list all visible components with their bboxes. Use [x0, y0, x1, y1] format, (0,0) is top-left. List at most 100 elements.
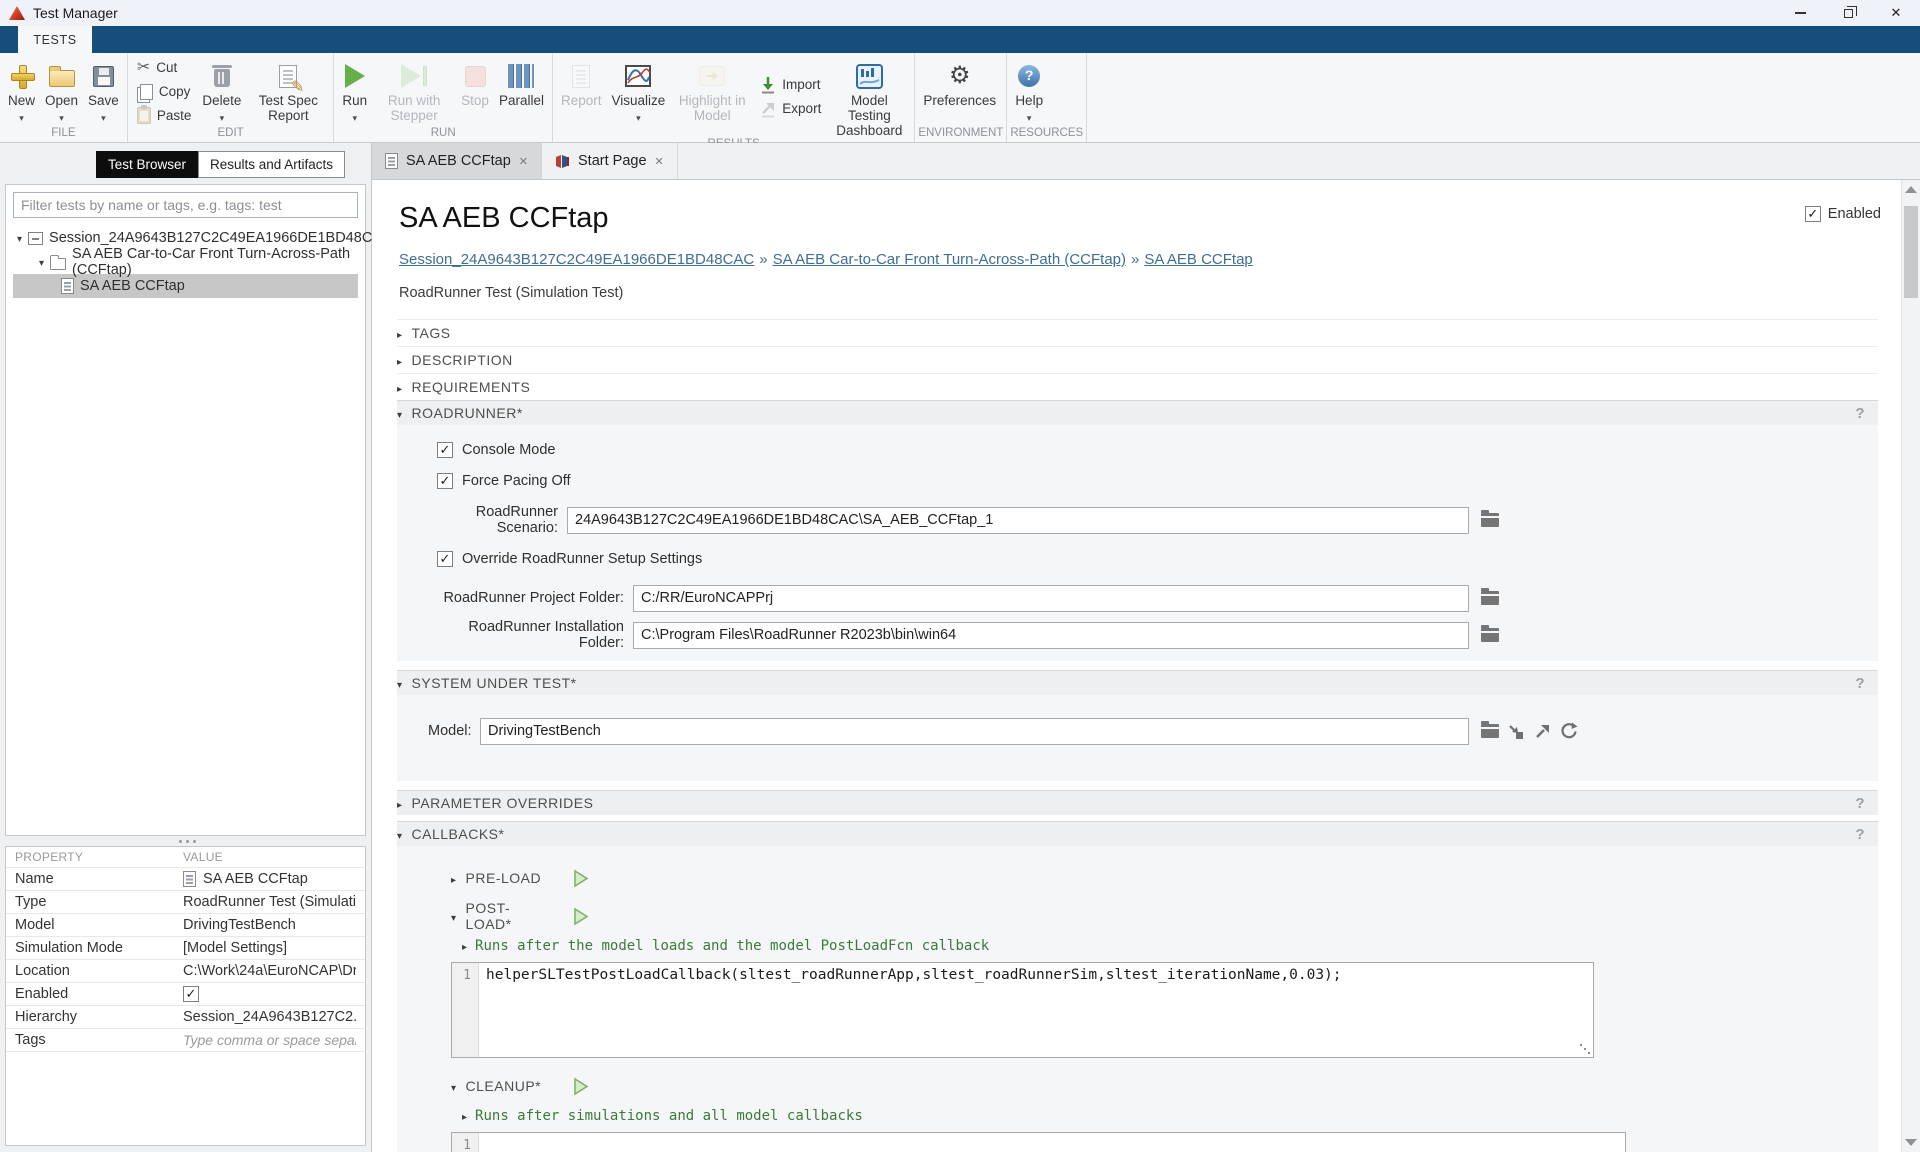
help-icon[interactable]: [1855, 675, 1865, 692]
page-title: SA AEB CCFtap: [399, 202, 1901, 235]
scrollbar-thumb[interactable]: [1904, 206, 1918, 298]
panel-splitter[interactable]: [5, 836, 366, 846]
group-label-file: FILE: [3, 127, 124, 142]
breadcrumb-separator: »: [759, 251, 767, 268]
scenario-input[interactable]: [567, 507, 1469, 534]
postload-code[interactable]: helperSLTestPostLoadCallback(sltest_road…: [479, 963, 1593, 1057]
browse-folder-icon[interactable]: [1481, 591, 1499, 605]
close-button[interactable]: [1872, 0, 1920, 26]
section-description[interactable]: DESCRIPTION: [397, 346, 1878, 373]
model-input[interactable]: [480, 718, 1469, 745]
postload-header[interactable]: POST-LOAD*: [451, 904, 1878, 928]
delete-button[interactable]: Delete: [197, 55, 246, 127]
chevron-expanded-icon[interactable]: [17, 230, 22, 246]
run-with-stepper-button[interactable]: Run with Stepper: [372, 55, 456, 127]
tab-results-and-artifacts[interactable]: Results and Artifacts: [198, 151, 345, 178]
cleanup-code[interactable]: testType = "SA AEB CCFtap"; helperSLTest…: [479, 1133, 1625, 1152]
save-button[interactable]: Save: [83, 55, 124, 127]
section-requirements[interactable]: REQUIREMENTS: [397, 373, 1878, 400]
console-mode-checkbox[interactable]: [437, 442, 453, 458]
enabled-checkbox[interactable]: [1805, 206, 1821, 222]
copy-button[interactable]: Copy: [137, 81, 192, 101]
cut-button[interactable]: Cut: [137, 57, 192, 77]
browse-folder-icon[interactable]: [1481, 513, 1499, 527]
browse-folder-icon[interactable]: [1481, 628, 1499, 642]
section-parameter-overrides-header[interactable]: PARAMETER OVERRIDES: [397, 790, 1878, 815]
section-roadrunner-header[interactable]: ROADRUNNER*: [397, 400, 1878, 425]
cleanup-code-editor[interactable]: 1 2 testType = "SA AEB CCFtap"; helperSL…: [451, 1132, 1626, 1152]
tree-item-suite[interactable]: SA AEB Car-to-Car Front Turn-Across-Path…: [13, 250, 358, 274]
section-system-under-test-header[interactable]: SYSTEM UNDER TEST*: [397, 670, 1878, 695]
open-button[interactable]: Open: [40, 55, 83, 127]
open-model-icon[interactable]: [1534, 723, 1551, 740]
run-postload-button[interactable]: [571, 907, 590, 926]
scroll-down-icon[interactable]: [1905, 1139, 1917, 1146]
highlight-in-model-button[interactable]: Highlight in Model: [670, 55, 754, 138]
visualize-button[interactable]: Visualize: [607, 55, 671, 138]
chevron-down-icon: [59, 109, 64, 124]
help-button[interactable]: Help: [1010, 55, 1048, 127]
minimize-button[interactable]: [1776, 0, 1824, 26]
doc-tab-start-page[interactable]: Start Page: [542, 143, 678, 179]
enabled-property-checkbox[interactable]: [183, 986, 199, 1002]
help-icon[interactable]: [1855, 795, 1865, 812]
session-icon: [28, 232, 43, 245]
stop-button[interactable]: Stop: [456, 55, 494, 127]
close-icon: [1891, 5, 1902, 21]
chevron-expanded-icon[interactable]: [39, 254, 44, 270]
section-callbacks-header[interactable]: CALLBACKS*: [397, 821, 1878, 846]
new-button[interactable]: New: [3, 55, 40, 127]
preload-header[interactable]: PRE-LOAD: [451, 866, 1878, 890]
tab-test-browser[interactable]: Test Browser: [96, 151, 198, 178]
test-spec-report-button[interactable]: Test Spec Report: [246, 55, 330, 127]
breadcrumb-suite-link[interactable]: SA AEB Car-to-Car Front Turn-Across-Path…: [773, 251, 1126, 268]
table-row-name: Name SA AEB CCFtap: [6, 868, 365, 891]
close-tab-icon[interactable]: [655, 153, 664, 169]
check-icon: [1807, 206, 1818, 222]
check-icon: [440, 473, 451, 489]
use-current-model-icon[interactable]: [1508, 723, 1525, 740]
breadcrumb-testcase-link[interactable]: SA AEB CCFtap: [1144, 251, 1252, 268]
test-type-subtitle: RoadRunner Test (Simulation Test): [399, 285, 1901, 301]
import-button[interactable]: Import: [760, 75, 821, 95]
section-tags[interactable]: TAGS: [397, 319, 1878, 346]
vertical-scrollbar[interactable]: [1901, 180, 1920, 1152]
filter-tests-input[interactable]: [13, 192, 358, 218]
report-button[interactable]: Report: [556, 55, 607, 138]
export-button[interactable]: Export: [760, 99, 821, 119]
run-preload-button[interactable]: [571, 869, 590, 888]
override-settings-checkbox[interactable]: [437, 551, 453, 567]
help-icon[interactable]: [1855, 826, 1865, 843]
scroll-up-icon[interactable]: [1905, 186, 1917, 193]
refresh-icon[interactable]: [1560, 722, 1578, 740]
parallel-button[interactable]: Parallel: [494, 55, 549, 127]
restore-button[interactable]: [1824, 0, 1872, 26]
model-testing-dashboard-button[interactable]: Model Testing Dashboard: [827, 55, 911, 138]
chevron-collapsed-icon: [462, 1107, 467, 1125]
postload-code-editor[interactable]: 1 helperSLTestPostLoadCallback(sltest_ro…: [451, 962, 1594, 1058]
tags-input[interactable]: [183, 1032, 356, 1048]
force-pacing-checkbox[interactable]: [437, 473, 453, 489]
cleanup-description[interactable]: Runs after simulations and all model cal…: [462, 1106, 1878, 1126]
close-tab-icon[interactable]: [519, 153, 528, 169]
preferences-button[interactable]: Preferences: [918, 55, 1001, 127]
browse-model-icon[interactable]: [1481, 724, 1499, 738]
paste-button[interactable]: Paste: [137, 105, 192, 125]
cleanup-header[interactable]: CLEANUP*: [451, 1074, 1878, 1098]
postload-description[interactable]: Runs after the model loads and the model…: [462, 936, 1878, 956]
help-icon[interactable]: [1855, 405, 1865, 422]
project-folder-input[interactable]: [633, 585, 1469, 612]
test-tree: Session_24A9643B127C2C49EA1966DE1BD48CAC…: [13, 226, 358, 298]
install-folder-input[interactable]: [633, 622, 1469, 649]
doc-tab-testcase[interactable]: SA AEB CCFtap: [372, 143, 542, 179]
tab-tests[interactable]: TESTS: [18, 26, 92, 53]
toolbar-group-file: New Open Save FILE: [0, 53, 128, 142]
resize-grip-icon[interactable]: [1580, 1044, 1590, 1054]
run-button[interactable]: Run: [337, 55, 372, 127]
breadcrumb-session-link[interactable]: Session_24A9643B127C2C49EA1966DE1BD48CAC: [399, 251, 754, 268]
project-folder-row: RoadRunner Project Folder:: [428, 584, 1878, 612]
matlab-logo-icon: [9, 6, 25, 20]
run-cleanup-button[interactable]: [571, 1077, 590, 1096]
console-mode-row: Console Mode: [437, 439, 1878, 461]
chevron-down-icon: [19, 109, 24, 124]
